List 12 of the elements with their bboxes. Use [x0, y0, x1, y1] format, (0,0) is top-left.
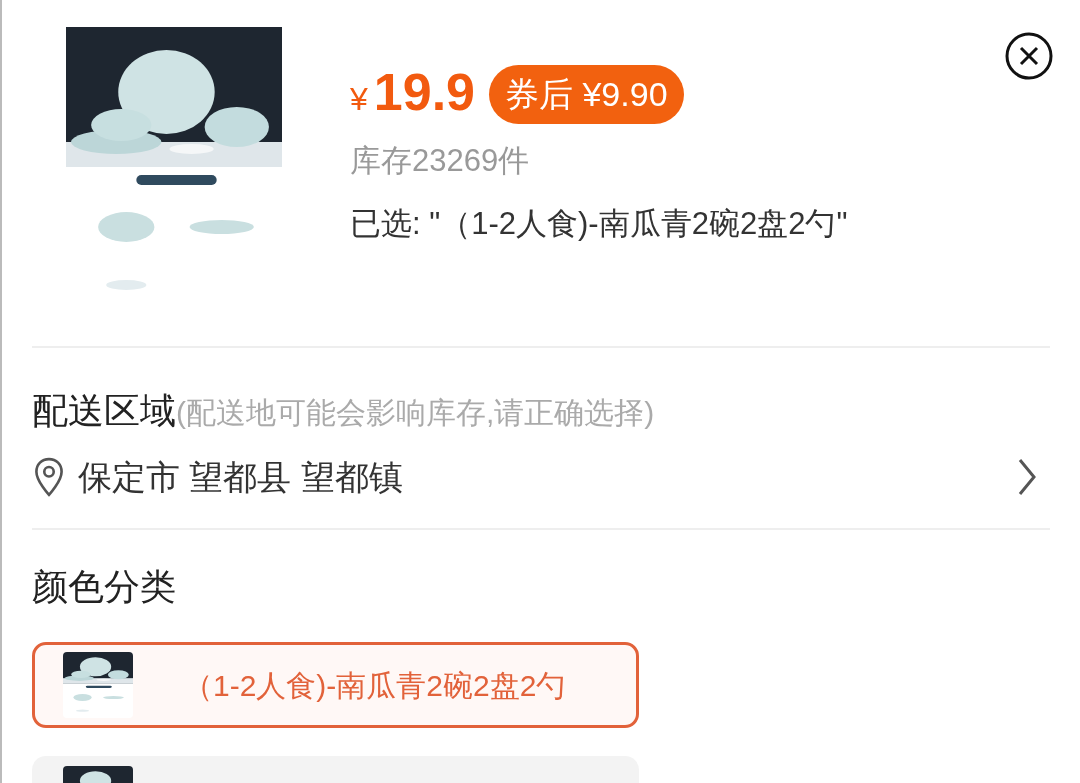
price: 19.9: [373, 66, 475, 118]
close-button[interactable]: [1004, 31, 1054, 81]
section-title: 颜色分类: [32, 565, 177, 609]
location-row[interactable]: 保定市 望都县 望都镇: [32, 452, 1050, 502]
currency-symbol: ¥: [350, 80, 368, 119]
stock-text: 库存23269件: [350, 142, 531, 180]
chevron-right-icon: [1016, 457, 1038, 497]
section-title: 配送区域: [32, 389, 176, 433]
selected-text: 已选: "（1-2人食)-南瓜青2碗2盘2勺": [350, 204, 849, 243]
location-pin-icon: [32, 456, 66, 498]
hint-text: (配送地可能会影响库存,请正确选择): [176, 395, 655, 431]
coupon-price-badge: 券后 ¥9.90: [489, 65, 684, 124]
